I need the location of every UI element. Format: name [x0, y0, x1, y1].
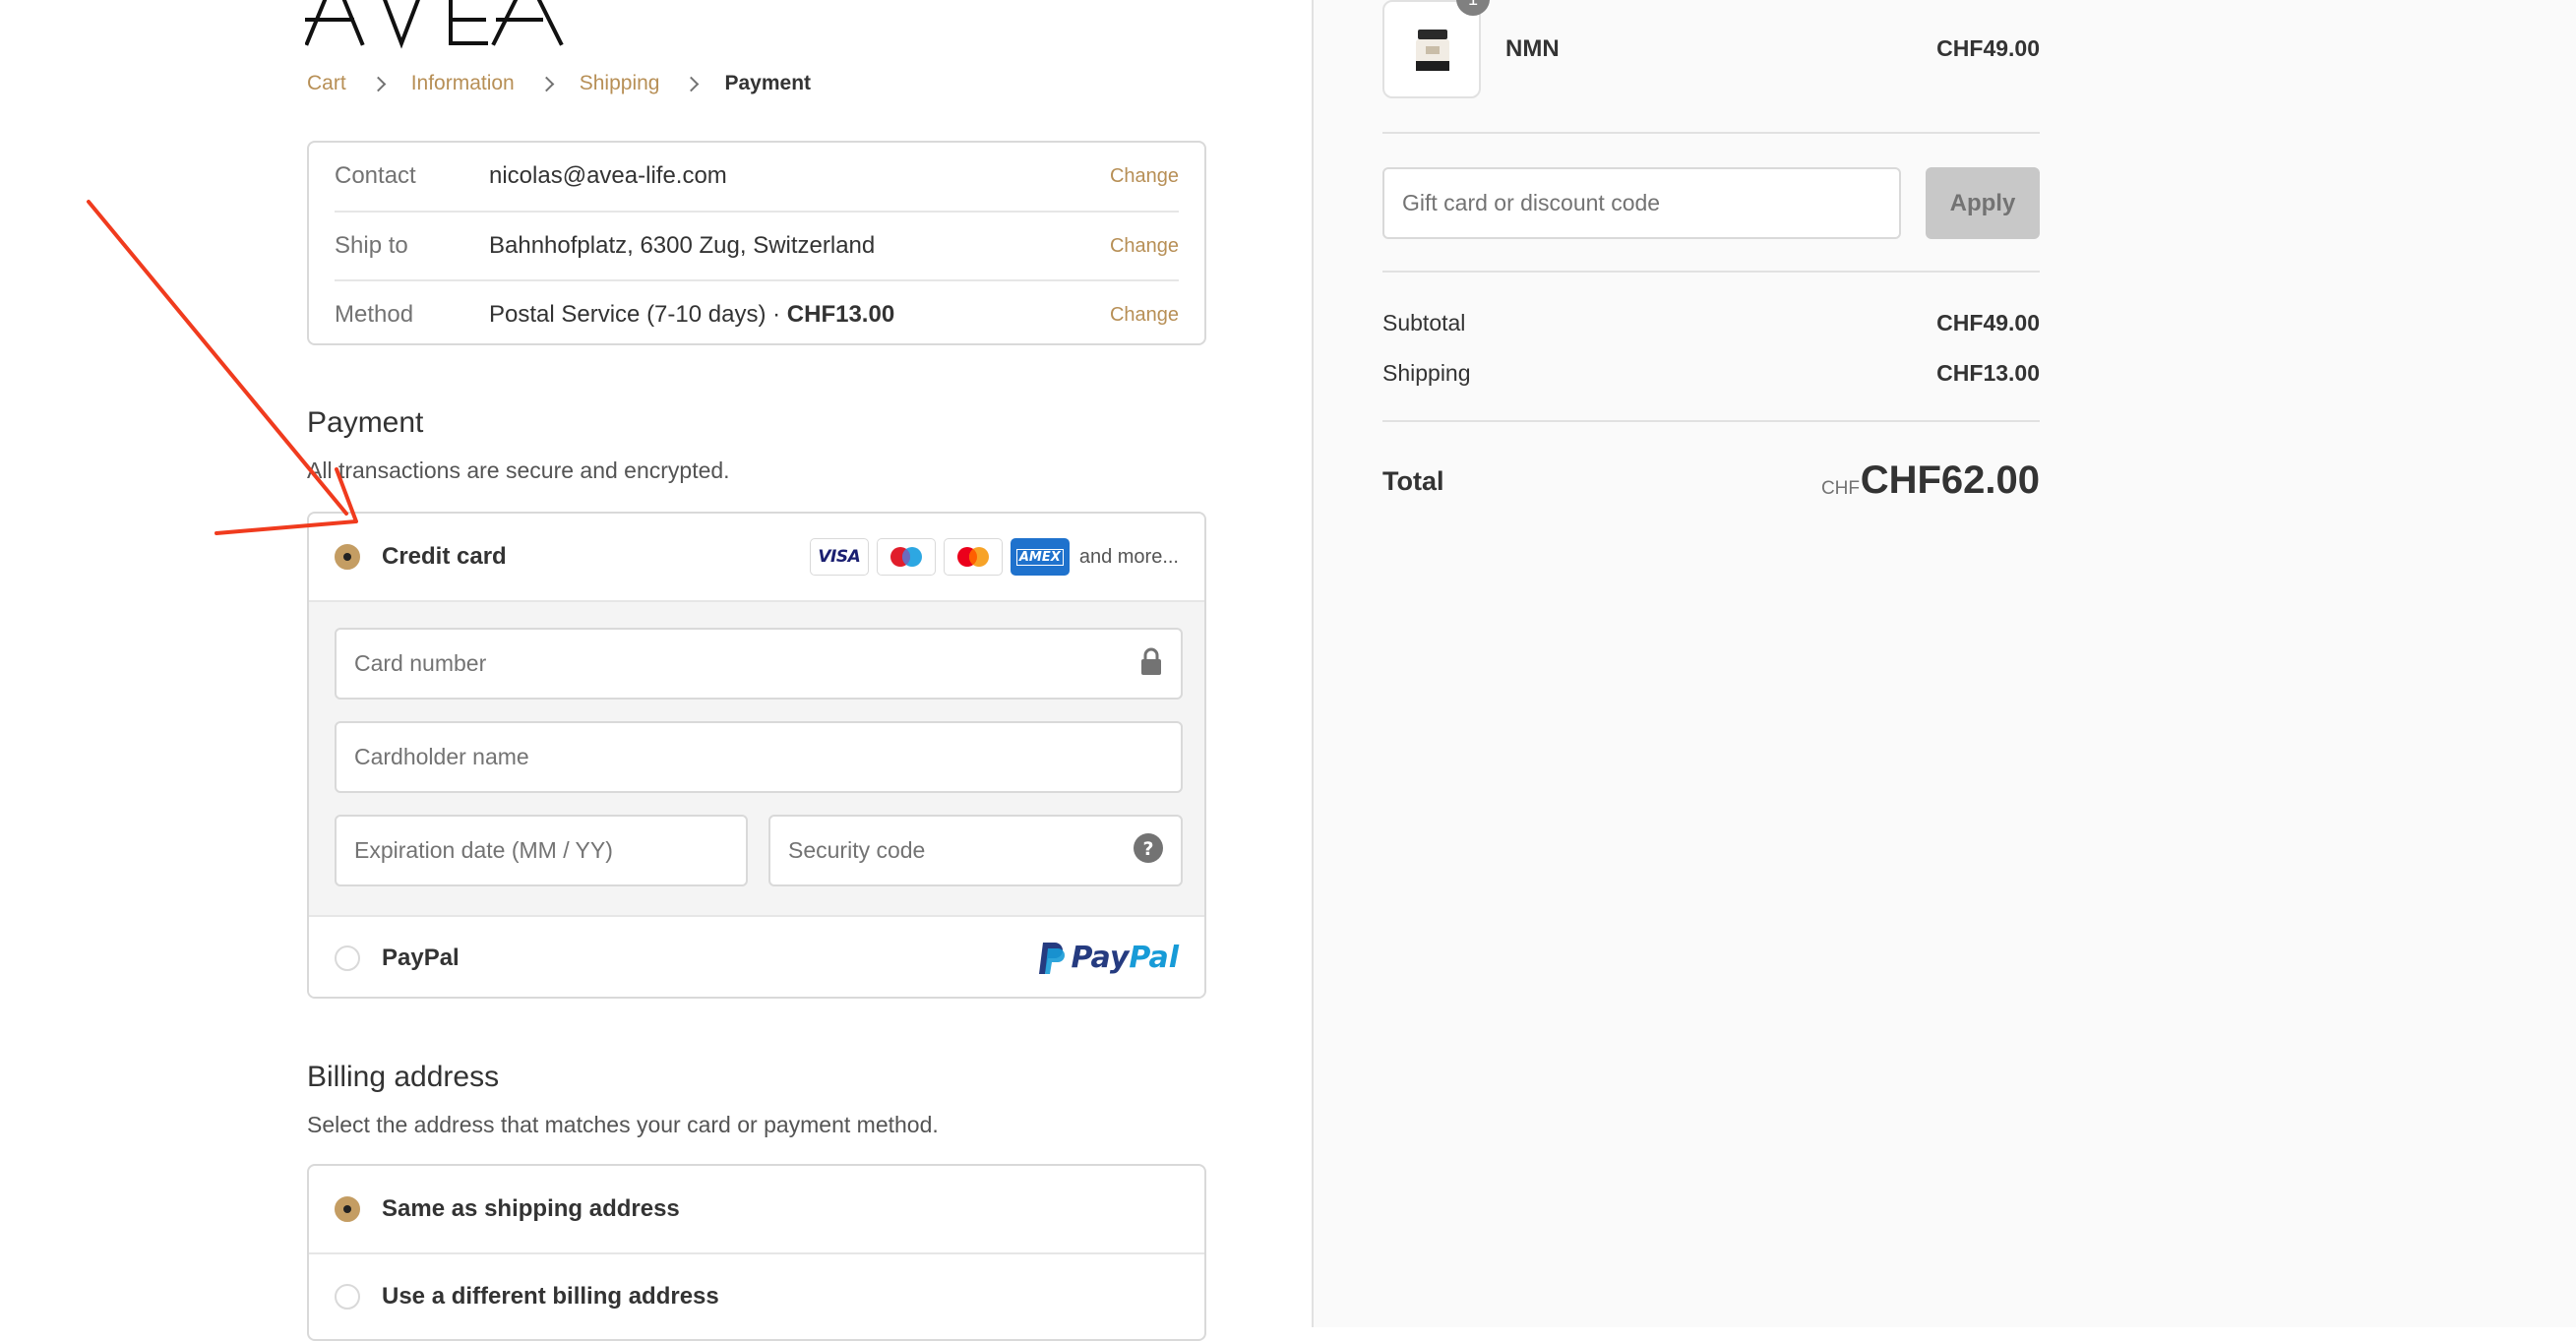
total-label: Total	[1382, 466, 1444, 496]
subtotal-value: CHF49.00	[1936, 310, 2040, 335]
credit-card-radio[interactable]	[335, 544, 360, 570]
chevron-right-icon	[677, 74, 706, 93]
payment-subtitle: All transactions are secure and encrypte…	[307, 457, 730, 483]
discount-code-input[interactable]: Gift card or discount code	[1382, 167, 1901, 239]
total-currency: CHF	[1820, 478, 1860, 499]
credit-card-form: Card number Cardholder name Expiration d…	[309, 600, 1204, 917]
paypal-logo-text-2: Pal	[1129, 941, 1179, 975]
review-ship-to-value: Bahnhofplatz, 6300 Zug, Switzerland	[489, 232, 876, 259]
review-contact-row: Contact nicolas@avea-life.com Change	[335, 143, 1179, 210]
review-method-row: Method Postal Service (7-10 days) · CHF1…	[335, 279, 1179, 348]
review-method-label: Method	[335, 301, 414, 328]
amex-icon: AMEX	[1010, 538, 1070, 576]
change-method-link[interactable]: Change	[1110, 304, 1179, 327]
security-code-input[interactable]: Security code ?	[768, 815, 1183, 886]
payment-title: Payment	[307, 406, 424, 439]
billing-subtitle: Select the address that matches your car…	[307, 1112, 939, 1137]
lock-icon	[1139, 646, 1163, 682]
visa-icon: VISA	[809, 538, 869, 576]
review-ship-to-row: Ship to Bahnhofplatz, 6300 Zug, Switzerl…	[335, 211, 1179, 279]
shipping-label: Shipping	[1382, 360, 1471, 386]
billing-different-label: Use a different billing address	[382, 1283, 719, 1310]
apply-discount-button[interactable]: Apply	[1926, 167, 2040, 239]
product-thumbnail	[1382, 0, 1481, 98]
breadcrumb-cart[interactable]: Cart	[307, 72, 346, 95]
billing-same-radio[interactable]	[335, 1196, 360, 1222]
review-method-text: Postal Service (7-10 days) ·	[489, 301, 787, 328]
shipping-row: Shipping CHF13.00	[1382, 360, 2040, 387]
order-review-box: Contact nicolas@avea-life.com Change Shi…	[307, 141, 1206, 345]
breadcrumb-information[interactable]: Information	[411, 72, 515, 95]
brand-logo[interactable]	[305, 0, 600, 49]
card-number-input[interactable]: Card number	[335, 628, 1183, 700]
product-price: CHF49.00	[1936, 35, 2040, 61]
cardholder-name-input[interactable]: Cardholder name	[335, 721, 1183, 793]
summary-divider	[1382, 420, 2040, 422]
help-question-icon[interactable]: ?	[1134, 832, 1163, 869]
billing-title: Billing address	[307, 1061, 500, 1093]
visa-text: VISA	[818, 547, 861, 567]
expiration-date-input[interactable]: Expiration date (MM / YY)	[335, 815, 748, 886]
chevron-right-icon	[364, 74, 394, 93]
card-number-placeholder: Card number	[354, 650, 487, 676]
security-code-placeholder: Security code	[788, 837, 926, 863]
card-brand-icons: VISA AMEX and more...	[809, 538, 1179, 576]
billing-different-option[interactable]: Use a different billing address	[309, 1252, 1204, 1339]
payment-methods-box: Credit card VISA AMEX and more... Card n…	[307, 512, 1206, 999]
shipping-value: CHF13.00	[1936, 360, 2040, 386]
amex-text: AMEX	[1015, 548, 1064, 566]
credit-card-label: Credit card	[382, 543, 507, 570]
paypal-logo-text-1: Pay	[1071, 941, 1130, 975]
and-more-label: and more...	[1078, 545, 1179, 568]
subtotal-row: Subtotal CHF49.00	[1382, 310, 2040, 336]
svg-text:?: ?	[1142, 838, 1153, 860]
credit-card-option[interactable]: Credit card VISA AMEX and more...	[309, 514, 1204, 600]
paypal-option[interactable]: PayPal Pay Pal	[309, 915, 1204, 997]
product-jar-image	[1416, 30, 1449, 71]
billing-options-box: Same as shipping address Use a different…	[307, 1164, 1206, 1341]
billing-same-label: Same as shipping address	[382, 1195, 680, 1222]
total-value: CHF62.00	[1860, 458, 2040, 502]
breadcrumb: Cart Information Shipping Payment	[307, 72, 811, 95]
billing-different-radio[interactable]	[335, 1284, 360, 1310]
change-contact-link[interactable]: Change	[1110, 165, 1179, 188]
billing-same-option[interactable]: Same as shipping address	[309, 1166, 1204, 1252]
paypal-p-icon	[1039, 942, 1066, 974]
paypal-radio[interactable]	[335, 945, 360, 971]
summary-divider	[1382, 271, 2040, 273]
maestro-icon	[876, 538, 936, 576]
mastercard-icon	[943, 538, 1003, 576]
breadcrumb-shipping[interactable]: Shipping	[580, 72, 660, 95]
product-name: NMN	[1505, 35, 1560, 62]
review-contact-label: Contact	[335, 162, 416, 189]
review-ship-to-label: Ship to	[335, 232, 408, 259]
change-ship-to-link[interactable]: Change	[1110, 235, 1179, 258]
breadcrumb-payment: Payment	[724, 72, 812, 94]
review-method-price: CHF13.00	[786, 301, 895, 328]
cardholder-placeholder: Cardholder name	[354, 744, 529, 769]
review-method-value: Postal Service (7-10 days) · CHF13.00	[489, 301, 1110, 329]
subtotal-label: Subtotal	[1382, 310, 1466, 335]
expiration-placeholder: Expiration date (MM / YY)	[354, 837, 613, 863]
checkout-main-panel: Cart Information Shipping Payment Contac…	[0, 0, 1312, 1341]
review-contact-value: nicolas@avea-life.com	[489, 162, 727, 189]
summary-divider	[1382, 132, 2040, 134]
paypal-label: PayPal	[382, 944, 460, 971]
chevron-right-icon	[532, 74, 562, 93]
discount-code-placeholder: Gift card or discount code	[1402, 190, 1661, 215]
paypal-logo: Pay Pal	[1037, 941, 1179, 976]
